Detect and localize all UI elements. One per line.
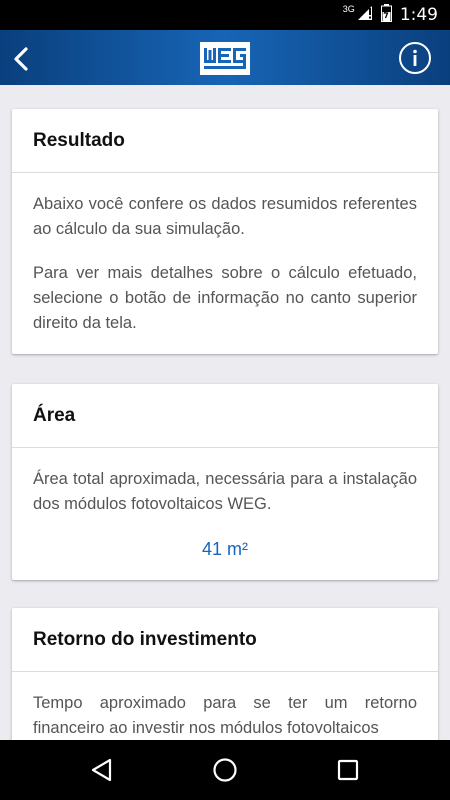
card-text: Para ver mais detalhes sobre o cálculo e… [33, 264, 417, 332]
recents-square-icon [338, 759, 359, 781]
card-text: Área total aproximada, necessária para a… [33, 470, 417, 513]
card-resultado: Resultado Abaixo você confere os dados r… [12, 109, 438, 354]
nav-back-button[interactable] [86, 754, 118, 786]
card-title: Resultado [12, 109, 438, 173]
clock: 1:49 [399, 5, 438, 25]
network-type: 3G [342, 4, 355, 14]
back-button[interactable] [6, 40, 42, 76]
weg-logo [200, 42, 250, 80]
card-body: Tempo aproximado para se ter um retorno … [12, 672, 438, 740]
area-value: 41 m² [201, 539, 248, 559]
card-body: Abaixo você confere os dados resumidos r… [12, 173, 438, 354]
content-scroll[interactable]: Resultado Abaixo você confere os dados r… [0, 85, 450, 740]
card-title: Retorno do investimento [12, 608, 438, 672]
card-retorno: Retorno do investimento Tempo aproximado… [12, 608, 438, 740]
card-title: Área [12, 384, 438, 448]
info-icon [399, 42, 431, 74]
battery-icon [380, 3, 392, 27]
nav-home-button[interactable] [209, 754, 241, 786]
signal-icon [357, 5, 373, 26]
app-bar [0, 30, 450, 85]
info-button[interactable] [398, 41, 432, 75]
card-text: Abaixo você confere os dados resumidos r… [33, 195, 417, 238]
back-arrow-icon [14, 47, 28, 71]
card-text: Tempo aproximado para se ter um retorno … [33, 694, 417, 737]
navigation-bar [0, 740, 450, 800]
home-circle-icon [213, 758, 237, 782]
card-body: Área total aproximada, necessária para a… [12, 448, 438, 580]
status-bar: 3G 1:49 [0, 0, 450, 30]
nav-recents-button[interactable] [332, 754, 364, 786]
back-triangle-icon [91, 758, 111, 782]
card-area: Área Área total aproximada, necessária p… [12, 384, 438, 580]
